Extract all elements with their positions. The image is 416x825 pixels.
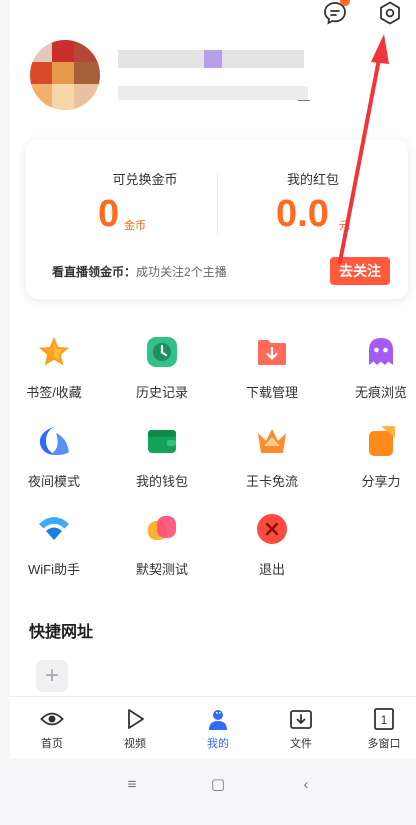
nav-mine[interactable]: 我的 [188, 705, 248, 755]
redpacket-label: 我的红包 [286, 172, 339, 187]
follow-button[interactable]: 去关注 [330, 257, 390, 285]
live-reward-label: 看直播领金币： [52, 265, 137, 279]
system-home-button[interactable]: ▢ [208, 774, 228, 794]
tool-label: WiFi助手 [28, 562, 80, 577]
coins-value[interactable]: 0 [98, 193, 119, 236]
tool-label: 退出 [258, 562, 285, 577]
nav-windows[interactable]: 1 多窗口 [354, 705, 414, 755]
person-icon [209, 710, 227, 730]
gear-icon [380, 1, 400, 25]
avatar[interactable] [30, 40, 100, 110]
tool-label: 分享力 [361, 474, 401, 489]
user-info-redacted [118, 86, 308, 100]
link-underline [298, 100, 310, 101]
tool-share[interactable]: 分享力 [336, 424, 416, 494]
tool-bookmarks[interactable]: 书签/收藏 [9, 335, 99, 405]
share-icon [369, 426, 395, 456]
tool-exit[interactable]: 退出 [227, 512, 317, 582]
tool-night-mode[interactable]: 夜间模式 [9, 424, 99, 494]
nav-label: 视频 [124, 738, 146, 750]
star-icon [39, 337, 69, 366]
nav-video[interactable]: 视频 [105, 705, 165, 755]
tool-chemistry-test[interactable]: 默契测试 [117, 512, 207, 582]
tool-label: 默契测试 [135, 562, 188, 577]
live-reward-row: 看直播领金币：成功关注2个主播 [52, 263, 227, 280]
tool-label: 书签/收藏 [26, 385, 82, 400]
file-download-icon [290, 710, 312, 729]
tool-label: 王卡免流 [245, 474, 298, 489]
download-folder-icon [258, 340, 286, 365]
wallet-divider [217, 173, 218, 235]
window-count-icon: 1 [374, 708, 394, 730]
tool-label: 夜间模式 [27, 474, 80, 489]
system-nav-bar: ≡ ▢ ‹ [0, 758, 416, 825]
clock-icon [147, 337, 177, 367]
nav-label: 首页 [41, 738, 63, 750]
exit-icon [257, 514, 287, 544]
tool-wifi[interactable]: WiFi助手 [9, 512, 99, 582]
moon-icon [39, 426, 69, 456]
coins-label: 可兑换金币 [112, 172, 178, 187]
coins-unit: 金币 [124, 220, 146, 232]
tool-incognito[interactable]: 无痕浏览 [336, 335, 416, 405]
crown-icon [258, 429, 286, 453]
play-icon [128, 709, 144, 729]
nav-files[interactable]: 文件 [271, 705, 331, 755]
eye-icon [40, 712, 64, 726]
tool-label: 无痕浏览 [354, 385, 407, 400]
nav-label: 我的 [207, 738, 229, 750]
wallet-icon [148, 430, 176, 453]
bottom-nav: 首页 视频 我的 文件 1 多窗口 [10, 696, 416, 759]
nav-label: 文件 [290, 738, 312, 750]
window-count: 1 [381, 713, 388, 727]
heart-icon [148, 516, 176, 540]
nav-home[interactable]: 首页 [22, 705, 82, 755]
tool-wallet[interactable]: 我的钱包 [117, 424, 207, 494]
tool-label: 历史记录 [135, 385, 188, 400]
system-back-button[interactable]: ‹ [296, 774, 316, 794]
live-reward-text: 成功关注2个主播 [136, 265, 227, 279]
add-shortcut-button[interactable]: + [36, 660, 68, 692]
tool-downloads[interactable]: 下载管理 [227, 335, 317, 405]
wallet-card: 可兑换金币 0 金币 我的红包 0.0 元 看直播领金币：成功关注2个主播 去关… [26, 139, 408, 299]
redpacket-unit: 元 [339, 220, 350, 232]
shortcuts-title: 快捷网址 [29, 624, 94, 641]
tool-label: 下载管理 [245, 385, 298, 400]
ghost-icon [369, 338, 393, 365]
tool-label: 我的钱包 [135, 474, 188, 489]
redpacket-value[interactable]: 0.0 [276, 193, 329, 236]
wifi-icon [39, 517, 69, 540]
system-menu-button[interactable]: ≡ [122, 774, 142, 794]
nav-label: 多窗口 [367, 738, 401, 750]
settings-button[interactable] [373, 0, 407, 30]
tool-history[interactable]: 历史记录 [117, 335, 207, 405]
tool-king-card[interactable]: 王卡免流 [227, 424, 317, 494]
user-level-badge-redacted [204, 50, 222, 68]
